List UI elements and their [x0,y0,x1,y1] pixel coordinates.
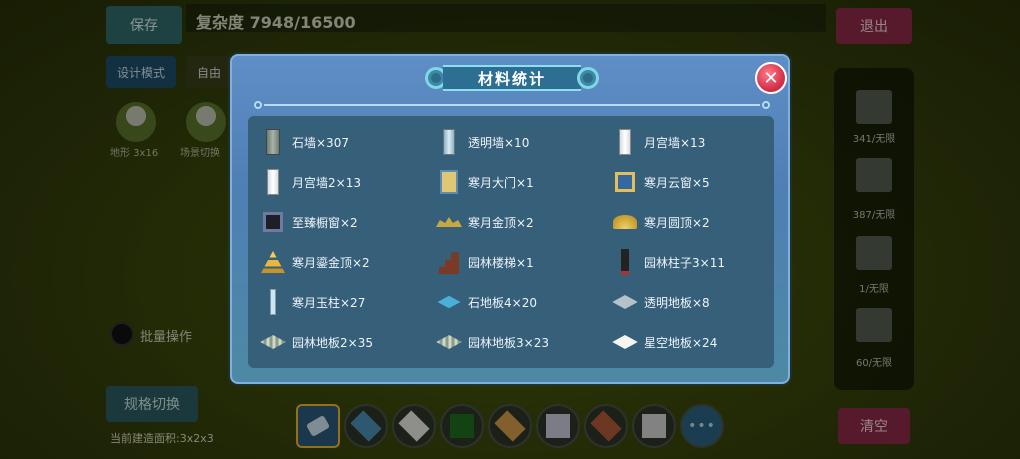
material-label: 月宫墙2×13 [292,175,361,190]
cold-moon-gate-icon [440,170,458,194]
cold-moon-cloud-window-icon [615,172,635,192]
material-label: 园林地板3×23 [468,335,549,350]
ornament-right-icon [577,67,599,89]
material-stats-dialog: 材料统计 ✕ 石墙×307 透明墙×10 月宫墙×13 月宫墙2×13 寒月大门… [230,54,790,384]
title-bar: 材料统计 [443,65,581,91]
material-label: 透明墙×10 [468,135,530,150]
stone-floor-icon [437,295,461,309]
close-button[interactable]: ✕ [755,62,787,94]
garden-stairs-icon [439,252,459,274]
material-list: 石墙×307 透明墙×10 月宫墙×13 月宫墙2×13 寒月大门×1 寒月云窗… [248,116,774,368]
title-divider [254,101,770,109]
material-item: 寒月圆顶×2 [612,202,786,242]
material-item: 星空地板×24 [612,322,786,362]
material-label: 星空地板×24 [644,335,718,350]
close-icon: ✕ [763,67,779,89]
stone-wall-icon [266,129,280,155]
material-item: 园林地板2×35 [260,322,436,362]
material-label: 寒月玉柱×27 [292,295,366,310]
material-label: 寒月大门×1 [468,175,534,190]
material-label: 寒月鎏金顶×2 [292,255,370,270]
jade-pillar-icon [270,289,276,315]
material-item: 石墙×307 [260,122,436,162]
moon-palace-wall-2-icon [267,169,279,195]
golden-roof-icon [436,217,462,227]
material-item: 寒月金顶×2 [436,202,612,242]
material-item: 寒月鎏金顶×2 [260,242,436,282]
material-label: 寒月云窗×5 [644,175,710,190]
material-label: 寒月圆顶×2 [644,215,710,230]
material-label: 至臻橱窗×2 [292,215,358,230]
glass-wall-icon [443,129,455,155]
material-label: 石墙×307 [292,135,349,150]
material-item: 透明地板×8 [612,282,786,322]
dialog-title-badge: 材料统计 [420,64,604,92]
material-item: 园林楼梯×1 [436,242,612,282]
material-label: 园林楼梯×1 [468,255,534,270]
material-item: 月宫墙2×13 [260,162,436,202]
material-label: 月宫墙×13 [644,135,706,150]
garden-floor-2-icon [260,334,286,350]
dialog-title: 材料统计 [477,69,546,88]
material-label: 园林地板2×35 [292,335,373,350]
showcase-window-icon [263,212,283,232]
material-item: 透明墙×10 [436,122,612,162]
material-label: 寒月金顶×2 [468,215,534,230]
material-item: 月宫墙×13 [612,122,786,162]
material-item: 寒月大门×1 [436,162,612,202]
material-item: 寒月云窗×5 [612,162,786,202]
material-label: 石地板4×20 [468,295,537,310]
material-item: 至臻橱窗×2 [260,202,436,242]
material-item: 石地板4×20 [436,282,612,322]
material-label: 透明地板×8 [644,295,710,310]
material-item: 园林柱子3×11 [612,242,786,282]
glass-floor-icon [612,294,638,310]
garden-pillar-icon [621,249,629,275]
material-label: 园林柱子3×11 [644,255,725,270]
round-dome-icon [613,215,637,229]
gilded-roof-icon [261,251,285,273]
garden-floor-3-icon [436,334,462,350]
material-item: 寒月玉柱×27 [260,282,436,322]
material-item: 园林地板3×23 [436,322,612,362]
moon-palace-wall-icon [619,129,631,155]
starry-floor-icon [612,334,638,350]
